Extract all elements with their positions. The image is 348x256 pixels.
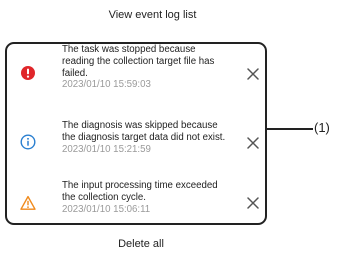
event-log-panel: The task was stopped because reading the… [5,42,267,225]
callout-line [267,128,313,130]
log-message-line: The input processing time exceeded [62,180,218,191]
delete-all-button[interactable]: Delete all [0,238,282,250]
log-timestamp: 2023/01/10 15:21:59 [62,143,151,155]
log-message-line: the diagnosis target data did not exist. [62,131,226,143]
log-item: The input processing time exceeded the c… [7,180,265,238]
log-timestamp: 2023/01/10 15:06:11 [62,203,151,215]
log-message-line: The diagnosis was skipped because [62,120,218,131]
log-message-line: reading the collection target file has [62,55,215,67]
error-icon [20,65,36,81]
close-icon[interactable] [246,196,260,210]
log-item: The diagnosis was skipped because the di… [7,120,265,178]
log-message: The input processing time exceeded the c… [62,180,257,215]
info-icon [20,134,36,150]
callout-label: (1) [314,120,330,135]
close-icon[interactable] [246,136,260,150]
log-message: The diagnosis was skipped because the di… [62,120,257,155]
close-icon[interactable] [246,67,260,81]
log-timestamp: 2023/01/10 15:59:03 [62,79,151,91]
warning-icon [20,195,36,211]
view-event-log-link[interactable]: View event log list [0,9,305,21]
log-message-line: failed. [62,67,88,79]
log-message: The task was stopped because reading the… [62,44,257,91]
log-message-line: the collection cycle. [62,191,146,203]
log-message-line: The task was stopped because [62,44,196,55]
log-item: The task was stopped because reading the… [7,44,265,102]
